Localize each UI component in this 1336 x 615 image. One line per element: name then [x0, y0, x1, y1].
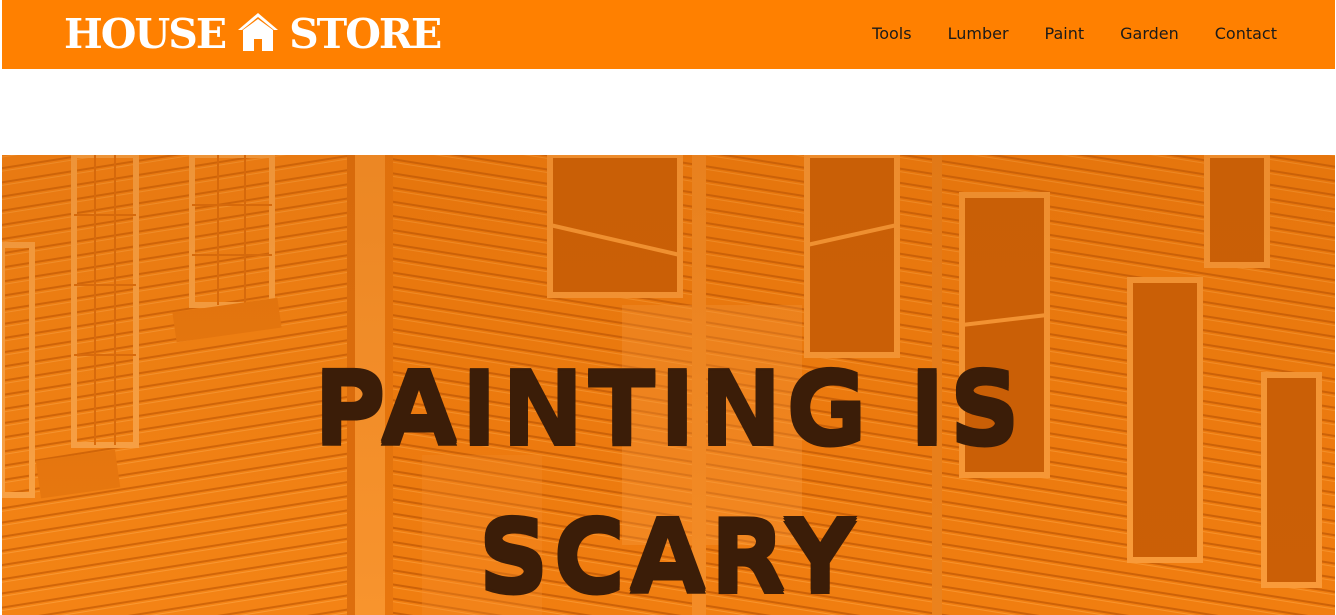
- nav-link-tools[interactable]: Tools: [872, 22, 911, 46]
- store-logo[interactable]: HOUSE STORE: [64, 10, 442, 58]
- hero-heading-line-2: SCARY: [477, 498, 860, 615]
- nav-link-paint[interactable]: Paint: [1045, 22, 1085, 46]
- house-icon: [238, 13, 279, 51]
- nav-link-garden[interactable]: Garden: [1120, 22, 1179, 46]
- nav-link-lumber[interactable]: Lumber: [948, 22, 1009, 46]
- page: HOUSE STORE Tools Lumber Paint Garden Co…: [0, 0, 1336, 615]
- main-nav: Tools Lumber Paint Garden Contact: [836, 22, 1277, 46]
- navbar: HOUSE STORE Tools Lumber Paint Garden Co…: [2, 0, 1335, 69]
- hero-heading: PAINTING IS SCARY: [2, 335, 1335, 615]
- hero-heading-line-1: PAINTING IS: [313, 350, 1024, 467]
- logo-word-house: HOUSE: [64, 10, 227, 58]
- nav-link-contact[interactable]: Contact: [1215, 22, 1277, 46]
- hero-banner: PAINTING IS SCARY: [2, 155, 1335, 615]
- logo-word-store: STORE: [289, 10, 442, 58]
